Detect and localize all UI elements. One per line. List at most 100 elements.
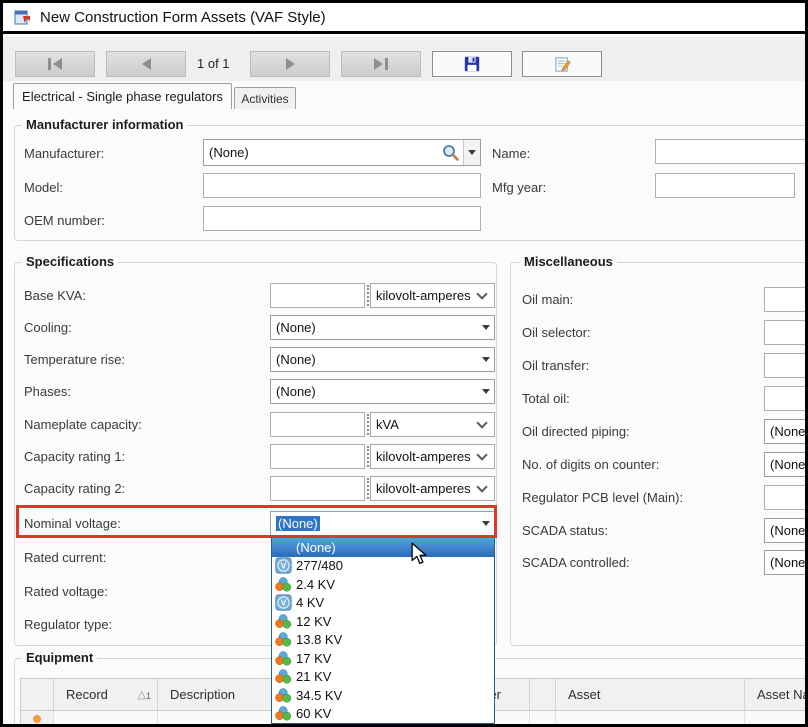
regulator-pcb-field[interactable]	[764, 485, 808, 510]
equipment-row-cell[interactable]	[530, 711, 556, 727]
equipment-header-asset[interactable]: Asset	[556, 678, 745, 711]
capacity-rating-1-field[interactable]	[270, 444, 365, 469]
save-button[interactable]	[432, 51, 512, 77]
nameplate-capacity-label: Nameplate capacity:	[24, 417, 142, 432]
equipment-header-indicator	[20, 678, 54, 711]
sort-ascending-icon: △1	[138, 688, 151, 701]
base-kva-unit-combo[interactable]: kilovolt-amperes	[370, 283, 495, 308]
dropdown-list-item[interactable]: V 277/480	[272, 557, 494, 576]
base-kva-unit-value: kilovolt-amperes	[371, 288, 474, 303]
equipment-row-cell[interactable]	[556, 711, 745, 727]
equipment-row-cell[interactable]	[745, 711, 808, 727]
dropdown-list-item[interactable]: V 60 KV	[272, 705, 494, 724]
form-edit-button[interactable]	[522, 51, 602, 77]
digits-on-counter-label: No. of digits on counter:	[522, 457, 659, 472]
capacity-rating-2-unit-combo[interactable]: kilovolt-amperes	[370, 476, 495, 501]
phases-combo[interactable]: (None)	[270, 379, 495, 404]
model-field[interactable]	[203, 173, 481, 198]
chevron-down-icon	[476, 449, 487, 460]
title-bar: New Construction Form Assets (VAF Style)	[3, 3, 805, 34]
nameplate-capacity-unit-value: kVA	[371, 417, 474, 432]
oem-number-field[interactable]	[203, 206, 481, 231]
dropdown-list-item[interactable]: V 12 KV	[272, 612, 494, 631]
total-oil-field[interactable]	[764, 386, 808, 411]
rated-voltage-label: Rated voltage:	[24, 584, 108, 599]
phases-label: Phases:	[24, 384, 71, 399]
temperature-rise-combo[interactable]: (None)	[270, 347, 495, 372]
save-icon	[463, 55, 481, 73]
mfg-year-label: Mfg year:	[492, 180, 546, 195]
dropdown-list-item[interactable]: V 34.5 KV	[272, 686, 494, 705]
oil-main-field[interactable]	[764, 287, 808, 312]
dropdown-arrow-icon[interactable]	[477, 348, 494, 371]
digits-on-counter-value: (None)	[765, 457, 808, 472]
chevron-down-icon	[476, 417, 487, 428]
oil-selector-label: Oil selector:	[522, 325, 591, 340]
mfg-year-field[interactable]	[655, 173, 795, 198]
capacity-rating-1-unit-combo[interactable]: kilovolt-amperes	[370, 444, 495, 469]
dropdown-list-item[interactable]: V (None)	[272, 538, 494, 557]
digits-on-counter-combo[interactable]: (None)	[764, 452, 808, 477]
dropdown-list-item[interactable]: V 13.8 KV	[272, 631, 494, 650]
capacity-rating-1-unit-value: kilovolt-amperes	[371, 449, 474, 464]
toolbar: 1 of 1	[3, 37, 805, 81]
form-app-icon	[14, 8, 32, 26]
dropdown-item-label: (None)	[296, 540, 336, 555]
oil-transfer-label: Oil transfer:	[522, 358, 589, 373]
capacity-rating-2-unit-value: kilovolt-amperes	[371, 481, 474, 496]
equipment-header-record[interactable]: Record △1	[54, 678, 158, 711]
first-record-button[interactable]	[15, 51, 95, 77]
dropdown-list-item[interactable]: V 2.4 KV	[272, 575, 494, 594]
scada-controlled-label: SCADA controlled:	[522, 555, 630, 570]
oil-selector-field[interactable]	[764, 320, 808, 345]
voltage-item-icon: V	[275, 613, 292, 630]
capacity-rating-1-label: Capacity rating 1:	[24, 449, 125, 464]
dropdown-item-label: 34.5 KV	[296, 688, 342, 703]
dropdown-list-item[interactable]: V 17 KV	[272, 649, 494, 668]
name-field[interactable]	[655, 139, 808, 164]
previous-record-button[interactable]	[106, 51, 186, 77]
dropdown-arrow-icon[interactable]	[477, 316, 494, 339]
nameplate-capacity-unit-combo[interactable]: kVA	[370, 412, 495, 437]
dropdown-arrow-icon[interactable]	[477, 380, 494, 403]
tab-electrical-single-phase-regulators[interactable]: Electrical - Single phase regulators	[13, 83, 232, 109]
cooling-label: Cooling:	[24, 320, 72, 335]
form-edit-icon	[553, 55, 572, 74]
dropdown-list-item[interactable]: V 4 KV	[272, 594, 494, 613]
oil-transfer-field[interactable]	[764, 353, 808, 378]
cooling-combo[interactable]: (None)	[270, 315, 495, 340]
oem-number-label: OEM number:	[24, 213, 105, 228]
form-window: New Construction Form Assets (VAF Style)…	[0, 0, 808, 727]
rated-current-label: Rated current:	[24, 550, 106, 565]
specifications-title: Specifications	[22, 254, 118, 269]
model-label: Model:	[24, 180, 63, 195]
last-record-icon	[374, 58, 383, 70]
dropdown-item-label: 2.4 KV	[296, 577, 335, 592]
field-unit-divider	[367, 414, 369, 435]
voltage-item-icon: V	[275, 705, 292, 722]
manufacturer-label: Manufacturer:	[24, 146, 104, 161]
equipment-header-asset-name[interactable]: Asset Na	[745, 678, 808, 711]
tab-activities[interactable]: Activities	[234, 87, 296, 109]
scada-controlled-combo[interactable]: (None)	[764, 550, 808, 575]
last-record-button[interactable]	[341, 51, 421, 77]
capacity-rating-2-field[interactable]	[270, 476, 365, 501]
voltage-item-icon: V	[275, 687, 292, 704]
next-record-button[interactable]	[250, 51, 330, 77]
search-icon[interactable]	[441, 144, 461, 162]
base-kva-field[interactable]	[270, 283, 365, 308]
dropdown-list-item[interactable]: V 21 KV	[272, 668, 494, 687]
equipment-row-cell[interactable]	[54, 711, 158, 727]
column-header-label: Asset	[568, 687, 601, 702]
scada-status-combo[interactable]: (None)	[764, 518, 808, 543]
oil-directed-piping-combo[interactable]: (None)	[764, 419, 808, 444]
scada-status-value: (None)	[765, 523, 808, 538]
dropdown-arrow-icon[interactable]	[463, 140, 480, 165]
field-unit-divider	[367, 285, 369, 306]
dropdown-item-label: 17 KV	[296, 651, 331, 666]
oil-main-label: Oil main:	[522, 292, 573, 307]
manufacturer-combo[interactable]: (None)	[203, 139, 481, 166]
equipment-header-spacer	[530, 678, 556, 711]
annotation-highlight-box	[16, 505, 497, 538]
nameplate-capacity-field[interactable]	[270, 412, 365, 437]
